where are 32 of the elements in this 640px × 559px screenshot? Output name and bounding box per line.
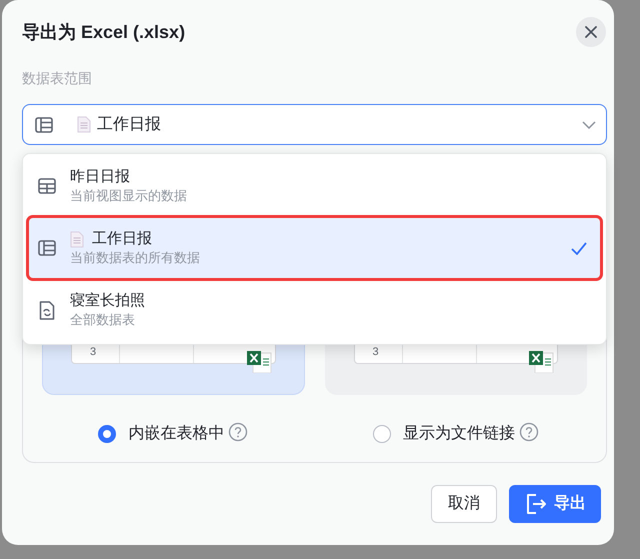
range-select[interactable]: 工作日报 [22,104,607,145]
form-icon [39,300,55,320]
excel-file-icon [246,351,272,373]
radio-label: 内嵌在表格中 [128,424,224,444]
item-description: 当前视图显示的数据 [70,187,187,205]
dropdown-item[interactable]: 工作日报 当前数据表的所有数据 [29,218,600,278]
radio-label: 显示为文件链接 [402,424,515,444]
field-label: 数据表范围 [22,69,93,88]
radio-button[interactable] [372,425,391,443]
help-icon [228,422,248,442]
excel-file-icon [529,351,555,373]
document-icon [77,116,91,133]
document-icon [70,230,84,248]
select-value: 工作日报 [97,114,161,134]
exit-arrow-icon [524,492,548,516]
item-description: 当前数据表的所有数据 [70,249,200,267]
item-title: 昨日日报 [70,167,130,187]
table-grid-icon [38,178,56,194]
dialog-title: 导出为 Excel (.xlsx) [22,20,186,44]
checkmark-icon [571,242,587,254]
radio-button[interactable] [98,425,116,443]
cancel-button[interactable]: 取消 [431,485,497,523]
export-button[interactable]: 导出 [509,485,601,523]
chevron-down-icon [582,120,596,128]
item-title: 工作日报 [92,229,152,249]
table-icon [35,116,53,132]
help-icon [518,422,539,442]
close-button[interactable] [576,17,606,47]
close-icon [585,26,597,38]
table-icon [38,240,56,256]
dropdown-item[interactable]: 昨日日报 当前视图显示的数据 [29,160,600,212]
item-description: 全部数据表 [70,311,136,329]
